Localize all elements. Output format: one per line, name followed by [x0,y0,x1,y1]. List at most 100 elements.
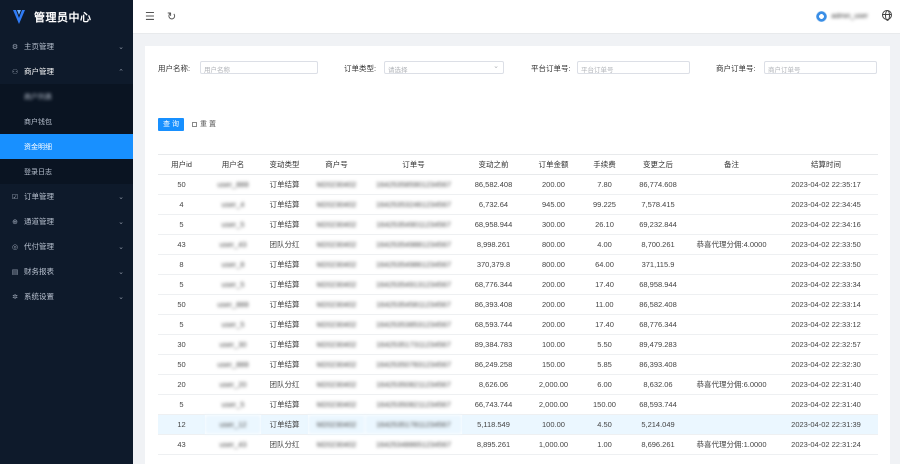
filter-label-order-type: 订单类型: [344,64,377,73]
table-cell: 恭喜代理分佣:6.0000 [689,374,774,395]
table-row[interactable]: 30 user_30 订单结算 M20230402 164253517311234567… [158,334,878,355]
table-cell: 86,249.258 [462,354,525,375]
sidebar-subitem-merchant-wallet[interactable]: 商户钱包 [0,109,133,134]
chevron-up-icon: ⌃ [118,68,124,76]
table-row[interactable]: 43 user_43 团队分红 M20230402 164253549881234567… [158,234,878,255]
column-header[interactable]: 变更之后 [627,154,689,175]
table-row[interactable]: 20 user_20 团队分红 M20230402 164253508211234567… [158,374,878,395]
sidebar-subitem-merchant-list[interactable]: 商户列表 [0,84,133,109]
table-cell: 订单结算 [261,294,308,315]
chevron-down-icon: ⌄ [118,218,124,226]
table-cell: 12 [158,414,205,435]
user-menu[interactable]: admin_user [816,11,868,22]
table-row[interactable]: 50 user_888 订单结算 M20230402 16425358590123456… [158,174,878,195]
column-header[interactable]: 变动类型 [261,154,308,175]
table-cell: 订单结算 [261,414,308,435]
sidebar-item-channels[interactable]: ⊕ 通道管理 ⌄ [0,209,133,234]
table-cell: M20230402 [308,414,365,435]
table-row[interactable]: 50 user_888 订单结算 M20230402 16425350783123456… [158,354,878,375]
sidebar-item-reports[interactable]: ▤ 财务报表 ⌄ [0,259,133,284]
sidebar-item-payouts[interactable]: ◎ 代付管理 ⌄ [0,234,133,259]
column-header[interactable]: 用户名 [205,154,261,175]
refresh-icon[interactable]: ↻ [167,10,176,23]
table-cell: 164253517811234567 [365,414,462,435]
user-name: admin_user [831,13,868,20]
column-header[interactable]: 用户id [158,154,205,175]
column-header[interactable]: 商户号 [308,154,365,175]
sidebar-item-label: 系统设置 [24,292,54,301]
chevron-down-icon: ⌄ [118,193,124,201]
sidebar-subitem-login-log[interactable]: 登录日志 [0,159,133,184]
table-cell [689,194,774,215]
search-button[interactable]: 查 询 [158,118,184,131]
platform-order-input[interactable]: 平台订单号 [577,61,690,74]
column-header[interactable]: 变动之前 [462,154,525,175]
sidebar-item-merchants[interactable]: ⚇ 商户管理 ⌃ [0,59,133,84]
table-cell: M20230402 [308,374,365,395]
sidebar-item-orders[interactable]: ☑ 订单管理 ⌄ [0,184,133,209]
top-header: ☰ ↻ admin_user [133,0,900,34]
table-cell: 7,578.415 [627,194,689,215]
sidebar-item-home[interactable]: ⚙ 主页管理 ⌄ [0,34,133,59]
table-cell: 6,732.64 [462,194,525,215]
table-cell: 945.00 [525,194,582,215]
main-card: 用户名称: 用户名称 订单类型: 请选择 ⌄ 平台订单号: 平台订单号 商户订单… [145,46,890,464]
menu-fold-icon[interactable]: ☰ [145,10,155,23]
user-icon: ⚇ [11,68,19,76]
sidebar-item-label: 商户管理 [24,67,54,76]
reset-button[interactable]: 重 置 [188,118,220,131]
table-cell: 订单结算 [261,394,308,415]
table-row[interactable]: 5 user_5 订单结算 M20230402 164253549131234567 68… [158,274,878,295]
column-header[interactable]: 结算时间 [774,154,878,175]
table-cell: 6.00 [582,374,627,395]
sidebar-subitem-fund-details[interactable]: 资金明细 [0,134,133,159]
table-row[interactable]: 5 user_5 订单结算 M20230402 164253538531234567 68… [158,314,878,335]
table-row[interactable]: 43 user_43 团队分红 M20230402 164253488651234567… [158,434,878,455]
sidebar-item-settings[interactable]: ✲ 系统设置 ⌄ [0,284,133,309]
username-input[interactable]: 用户名称 [200,61,318,74]
column-header[interactable]: 手续费 [582,154,627,175]
column-header[interactable]: 订单号 [365,154,462,175]
table-cell: 64.00 [582,254,627,275]
globe-icon[interactable] [882,10,892,21]
table-cell: M20230402 [308,274,365,295]
table-cell: 2023-04-02 22:33:12 [774,314,878,335]
table-cell: 8 [158,254,205,275]
table-cell [689,214,774,235]
table-cell [689,414,774,435]
filter-label-platform-order: 平台订单号: [531,64,571,73]
table-header-row: 用户id 用户名 变动类型 商户号 订单号 变动之前 订单金额 手续费 变更之后… [158,154,878,175]
sidebar-item-label: 代付管理 [24,242,54,251]
table-cell: 164253585901234567 [365,174,462,195]
table-cell: 164253538531234567 [365,314,462,335]
table-cell: M20230402 [308,354,365,375]
table-cell: 订单结算 [261,254,308,275]
table-row[interactable]: 5 user_5 订单结算 M20230402 164253508211234567 66… [158,394,878,415]
table-cell: 86,582.408 [462,174,525,195]
table-cell: 50 [158,174,205,195]
table-row[interactable]: 50 user_888 订单结算 M20230402 16425354581123456… [158,294,878,315]
table-cell: 5.85 [582,354,627,375]
table-row[interactable]: 12 user_12 订单结算 M20230402 164253517811234567… [158,414,878,435]
table-cell: 164253532461234567 [365,194,462,215]
table-cell: 8,626.06 [462,374,525,395]
table-cell: M20230402 [308,314,365,335]
table-cell: 800.00 [525,254,582,275]
table-cell: 68,593.744 [462,314,525,335]
table-row[interactable]: 5 user_5 订单结算 M20230402 164253549011234567 68… [158,214,878,235]
table-cell: 89,384.783 [462,334,525,355]
table-cell: 164253549881234567 [365,234,462,255]
table-cell: 68,776.344 [462,274,525,295]
merchant-order-input[interactable]: 商户订单号 [764,61,877,74]
table-cell: M20230402 [308,334,365,355]
column-header[interactable]: 订单金额 [525,154,582,175]
column-header[interactable]: 备注 [689,154,774,175]
table-row[interactable]: 8 user_8 订单结算 M20230402 164253549861234567 37… [158,254,878,275]
table-cell: 8,895.261 [462,434,525,455]
order-type-select[interactable]: 请选择 ⌄ [384,61,504,74]
table-cell: 200.00 [525,294,582,315]
table-cell [689,334,774,355]
table-cell [689,354,774,375]
table-cell: 68,593.744 [627,394,689,415]
table-row[interactable]: 4 user_4 订单结算 M20230402 164253532461234567 6,… [158,194,878,215]
